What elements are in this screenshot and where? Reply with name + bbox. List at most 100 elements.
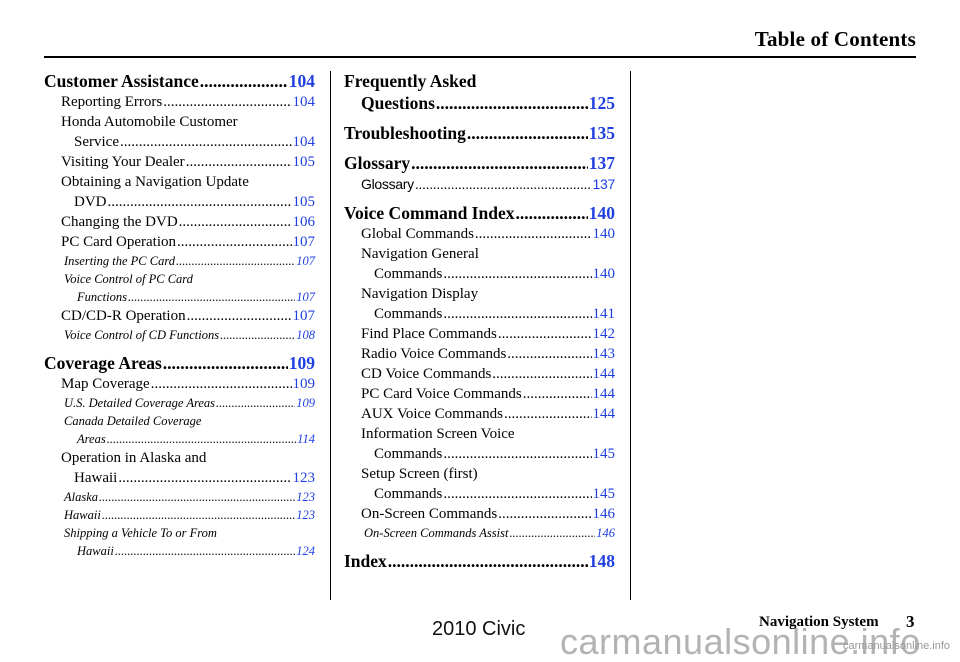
page-link[interactable]: 143 [593,344,616,364]
entry-label: Inserting the PC Card [64,254,175,268]
page-link[interactable]: 140 [589,202,615,224]
toc-entry-voice-cd[interactable]: Voice Control of CD Functions 108 [44,326,315,344]
page-link[interactable]: 109 [293,374,316,394]
toc-entry-global-commands[interactable]: Global Commands 140 [344,224,615,244]
toc-entry-glossary-sub[interactable]: Glossary 137 [344,174,615,194]
entry-label-line: Canada Detailed Coverage [64,414,202,428]
page-link[interactable]: 144 [593,404,616,424]
page-link[interactable]: 106 [293,212,316,232]
page-link[interactable]: 123 [296,488,315,506]
toc-entry-obtaining-update[interactable]: DVD 105 [44,192,315,212]
toc-entry-find-place[interactable]: Find Place Commands 142 [344,324,615,344]
entry-label: Commands [374,486,443,502]
toc-entry-index[interactable]: Index 148 [344,550,615,572]
page-link[interactable]: 148 [589,550,615,572]
page-link[interactable]: 107 [296,288,315,306]
page-link[interactable]: 137 [593,174,616,194]
page-link[interactable]: 109 [289,352,315,374]
dot-leader [415,174,592,194]
page-link[interactable]: 123 [293,468,316,488]
toc-entry-setup-screen[interactable]: Commands 145 [344,484,615,504]
toc-entry-info-screen[interactable]: Commands 145 [344,444,615,464]
toc-entry-glossary[interactable]: Glossary 137 [344,152,615,174]
dot-leader [115,542,295,560]
page-link[interactable]: 144 [593,364,616,384]
toc-column-1: Customer Assistance 104 Reporting Errors 1… [44,70,315,560]
toc-entry-changing-dvd[interactable]: Changing the DVD 106 [44,212,315,232]
page-link[interactable]: 104 [293,132,316,152]
toc-entry-aux-voice[interactable]: AUX Voice Commands 144 [344,404,615,424]
header-rule [44,56,916,58]
toc-entry-pc-card-operation[interactable]: PC Card Operation 107 [44,232,315,252]
toc-entry-alaska-hawaii[interactable]: Hawaii 123 [44,468,315,488]
toc-entry-customer-assistance[interactable]: Customer Assistance 104 [44,70,315,92]
footer-page-number: 3 [906,612,915,631]
entry-label: Index [344,551,387,571]
toc-entry-troubleshooting[interactable]: Troubleshooting 135 [344,122,615,144]
dot-leader [220,326,295,344]
entry-label: Commands [374,306,443,322]
page-link[interactable]: 145 [593,484,616,504]
toc-entry-alaska[interactable]: Alaska 123 [44,488,315,506]
entry-label: Map Coverage [61,376,150,392]
toc-entry-hawaii[interactable]: Hawaii 123 [44,506,315,524]
toc-entry-visiting-dealer[interactable]: Visiting Your Dealer 105 [44,152,315,172]
toc-entry-faq[interactable]: Questions 125 [344,92,615,114]
dot-leader [443,444,591,464]
page-link[interactable]: 145 [593,444,616,464]
page-link[interactable]: 105 [293,152,316,172]
page-link[interactable]: 141 [593,304,616,324]
toc-entry-canada-detailed[interactable]: Areas 114 [44,430,315,448]
page-link[interactable]: 135 [589,122,615,144]
dot-leader [216,394,295,412]
page-link[interactable]: 114 [297,430,315,448]
page-link[interactable]: 104 [293,92,316,112]
toc-entry-on-screen-assist[interactable]: On-Screen Commands Assist 146 [344,524,615,542]
page-link[interactable]: 144 [593,384,616,404]
page-link[interactable]: 105 [293,192,316,212]
dot-leader [504,404,592,424]
entry-label: Hawaii [77,544,114,558]
page-link[interactable]: 108 [296,326,315,344]
toc-entry-pc-card-voice[interactable]: PC Card Voice Commands 144 [344,384,615,404]
dot-leader [467,122,588,144]
toc-entry-coverage-areas[interactable]: Coverage Areas 109 [44,352,315,374]
entry-label-line: Voice Control of PC Card [64,272,193,286]
page-link[interactable]: 109 [296,394,315,412]
toc-entry-reporting-errors[interactable]: Reporting Errors 104 [44,92,315,112]
toc-entry-map-coverage[interactable]: Map Coverage 109 [44,374,315,394]
toc-entry-on-screen[interactable]: On-Screen Commands 146 [344,504,615,524]
toc-entry-nav-display[interactable]: Commands 141 [344,304,615,324]
page-link[interactable]: 140 [593,224,616,244]
toc-entry-inserting-pc-card[interactable]: Inserting the PC Card 107 [44,252,315,270]
toc-entry-cd-voice[interactable]: CD Voice Commands 144 [344,364,615,384]
entry-label: Coverage Areas [44,353,162,373]
page-link[interactable]: 104 [289,70,315,92]
page-link[interactable]: 146 [593,504,616,524]
dot-leader [507,344,591,364]
page-link[interactable]: 123 [296,506,315,524]
toc-entry-nav-general[interactable]: Commands 140 [344,264,615,284]
page-link[interactable]: 107 [296,252,315,270]
page-link[interactable]: 107 [293,232,316,252]
dot-leader [99,488,295,506]
toc-entry-radio-voice[interactable]: Radio Voice Commands 143 [344,344,615,364]
toc-entry-shipping[interactable]: Hawaii 124 [44,542,315,560]
toc-entry-us-detailed[interactable]: U.S. Detailed Coverage Areas 109 [44,394,315,412]
page-link[interactable]: 142 [593,324,616,344]
dot-leader [120,132,292,152]
entry-label: U.S. Detailed Coverage Areas [64,396,216,410]
toc-entry-voice-index[interactable]: Voice Command Index 140 [344,202,615,224]
dot-leader [163,352,288,374]
entry-label-line: Operation in Alaska and [61,450,207,466]
entry-label: On-Screen Commands Assist [364,526,509,540]
page-link[interactable]: 146 [596,524,615,542]
page-link[interactable]: 124 [296,542,315,560]
page-link[interactable]: 140 [593,264,616,284]
page-link[interactable]: 125 [589,92,615,114]
toc-entry-voice-pc-card[interactable]: Functions 107 [44,288,315,306]
toc-entry-honda-service[interactable]: Service 104 [44,132,315,152]
toc-entry-cd-operation[interactable]: CD/CD-R Operation 107 [44,306,315,326]
page-link[interactable]: 107 [293,306,316,326]
page-link[interactable]: 137 [589,152,615,174]
